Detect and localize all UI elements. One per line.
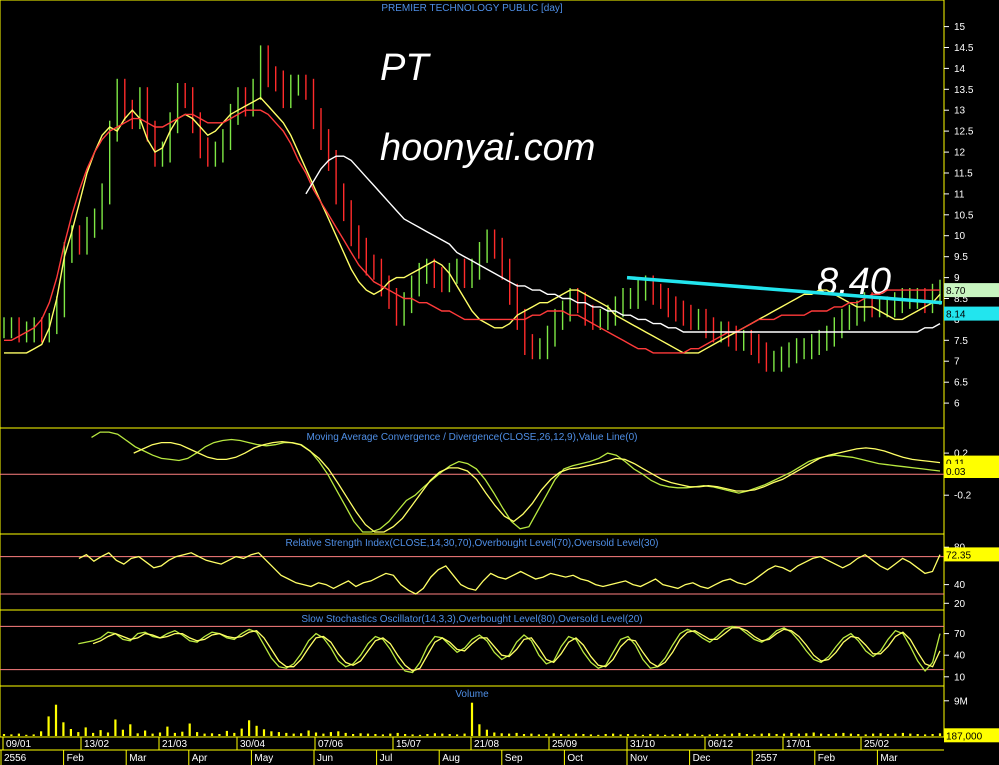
macd-series-line-0 xyxy=(91,431,941,533)
macd-panel: Moving Average Convergence / Divergence(… xyxy=(0,427,999,535)
price-tick-label: 11.5 xyxy=(954,169,973,180)
volume-title: Volume xyxy=(455,689,489,700)
price-tick-label: 7 xyxy=(954,357,960,368)
price-panel: PREMIER TECHNOLOGY PUBLIC [day] PT hoony… xyxy=(0,0,999,429)
macd-last-value-label: 0.03 xyxy=(946,467,966,478)
x-month-label: Sep xyxy=(505,753,523,764)
stoch-series-line-1 xyxy=(92,627,941,672)
watermark-symbol: PT xyxy=(380,47,431,89)
rsi-series-line-0 xyxy=(78,552,941,595)
macd-last-labels: 0.110.03 xyxy=(944,455,999,478)
rsi-last-labels: 72.35 xyxy=(944,547,999,562)
x-month-label: Nov xyxy=(630,753,648,764)
x-month-label: Apr xyxy=(192,753,208,764)
rsi-tick-label: 20 xyxy=(954,599,966,610)
price-panel-frame xyxy=(0,0,945,429)
x-month-label: Feb xyxy=(67,753,85,764)
x-axis: 09/01 13/02 21/03 30/04 07/06 15/07 21/08 25/09… xyxy=(0,737,944,765)
price-tick-label: 13 xyxy=(954,106,966,117)
x-month-label: Oct xyxy=(567,753,583,764)
rsi-plot xyxy=(0,552,944,595)
macd-panel-frame xyxy=(0,427,945,535)
stoch-axis-ticks: 70 40 10 xyxy=(944,629,966,683)
stoch-plot xyxy=(0,625,944,674)
x-month-label: Dec xyxy=(693,753,711,764)
x-month-label: May xyxy=(254,753,273,764)
price-tick-label: 7.5 xyxy=(954,336,968,347)
price-tick-label: 15 xyxy=(954,22,966,33)
price-last-labels: 8.70 8.14 xyxy=(944,283,999,321)
price-tick-label: 9.5 xyxy=(954,252,968,263)
x-date-label: 07/06 xyxy=(318,739,343,750)
price-tick-label: 14 xyxy=(954,64,966,75)
x-month-label: Aug xyxy=(442,753,460,764)
price-tick-label: 11 xyxy=(954,189,965,200)
price-tick-label: 13.5 xyxy=(954,85,974,96)
x-date-labels: 09/01 13/02 21/03 30/04 07/06 15/07 21/08 25/09… xyxy=(2,737,889,750)
watermark-site: hoonyai.com xyxy=(380,127,595,169)
price-axis-ticks: 66.577.588.599.51010.51111.51212.51313.5… xyxy=(944,22,974,410)
x-date-label: 09/01 xyxy=(6,739,31,750)
x-date-label: 06/12 xyxy=(708,739,733,750)
x-month-label: 2556 xyxy=(4,753,27,764)
stoch-title: Slow Stochastics Oscillator(14,3,3),Over… xyxy=(301,614,642,625)
price-tick-label: 9 xyxy=(954,273,960,284)
stoch-tick-label: 40 xyxy=(954,651,966,662)
rsi-tick-label: 40 xyxy=(954,580,966,591)
x-date-label: 17/01 xyxy=(786,739,811,750)
stoch-tick-label: 70 xyxy=(954,629,966,640)
volume-last-value-label: 187,000 xyxy=(946,731,983,742)
price-last-value-label: 8.70 xyxy=(946,286,966,297)
price-tick-label: 12.5 xyxy=(954,127,974,138)
x-month-label: Mar xyxy=(880,753,898,764)
x-date-label: 31/10 xyxy=(630,739,655,750)
chart-title: PREMIER TECHNOLOGY PUBLIC [day] xyxy=(381,3,563,14)
x-date-label: 21/03 xyxy=(162,739,187,750)
price-tick-label: 12 xyxy=(954,148,966,159)
x-date-label: 21/08 xyxy=(474,739,499,750)
macd-title: Moving Average Convergence / Divergence(… xyxy=(307,432,638,443)
volume-axis-ticks: 9M xyxy=(944,696,968,707)
price-tick-label: 14.5 xyxy=(954,43,974,54)
macd-series-line-1 xyxy=(133,440,941,533)
price-tick-label: 10.5 xyxy=(954,210,974,221)
volume-plot xyxy=(2,702,942,736)
price-tick-label: 6.5 xyxy=(954,378,968,389)
macd-plot xyxy=(0,431,944,533)
rsi-title: Relative Strength Index(CLOSE,14,30,70),… xyxy=(286,538,659,549)
x-date-label: 25/02 xyxy=(864,739,889,750)
rsi-panel: Relative Strength Index(CLOSE,14,30,70),… xyxy=(0,533,999,611)
macd-tick-label: -0.2 xyxy=(954,491,972,502)
chart-canvas: PREMIER TECHNOLOGY PUBLIC [day] PT hoony… xyxy=(0,0,999,765)
volume-last-labels: 187,000 xyxy=(944,728,999,743)
x-month-label: Jun xyxy=(317,753,333,764)
x-date-label: 25/09 xyxy=(552,739,577,750)
price-tick-label: 10 xyxy=(954,231,966,242)
x-date-label: 30/04 xyxy=(240,739,265,750)
stoch-panel: Slow Stochastics Oscillator(14,3,3),Over… xyxy=(0,609,966,687)
price-last-value-label: 8.14 xyxy=(946,310,966,321)
price-plot xyxy=(3,45,941,372)
price-tick-label: 6 xyxy=(954,399,960,410)
volume-tick-label: 9M xyxy=(954,696,968,707)
x-month-labels: 2556 Feb Mar Apr May Jun Jul Aug Sep Oct Nov Dec 255… xyxy=(0,750,898,765)
x-month-label: 2557 xyxy=(755,753,778,764)
x-date-label: 15/07 xyxy=(396,739,421,750)
stoch-series-line-0 xyxy=(78,625,941,674)
stoch-tick-label: 10 xyxy=(954,672,966,683)
x-month-label: Mar xyxy=(129,753,147,764)
volume-panel: Volume 9M 187,000 xyxy=(0,685,999,743)
x-month-label: Jul xyxy=(380,753,393,764)
x-date-label: 13/02 xyxy=(84,739,109,750)
rsi-last-value-label: 72.35 xyxy=(946,550,971,561)
x-month-label: Feb xyxy=(818,753,836,764)
